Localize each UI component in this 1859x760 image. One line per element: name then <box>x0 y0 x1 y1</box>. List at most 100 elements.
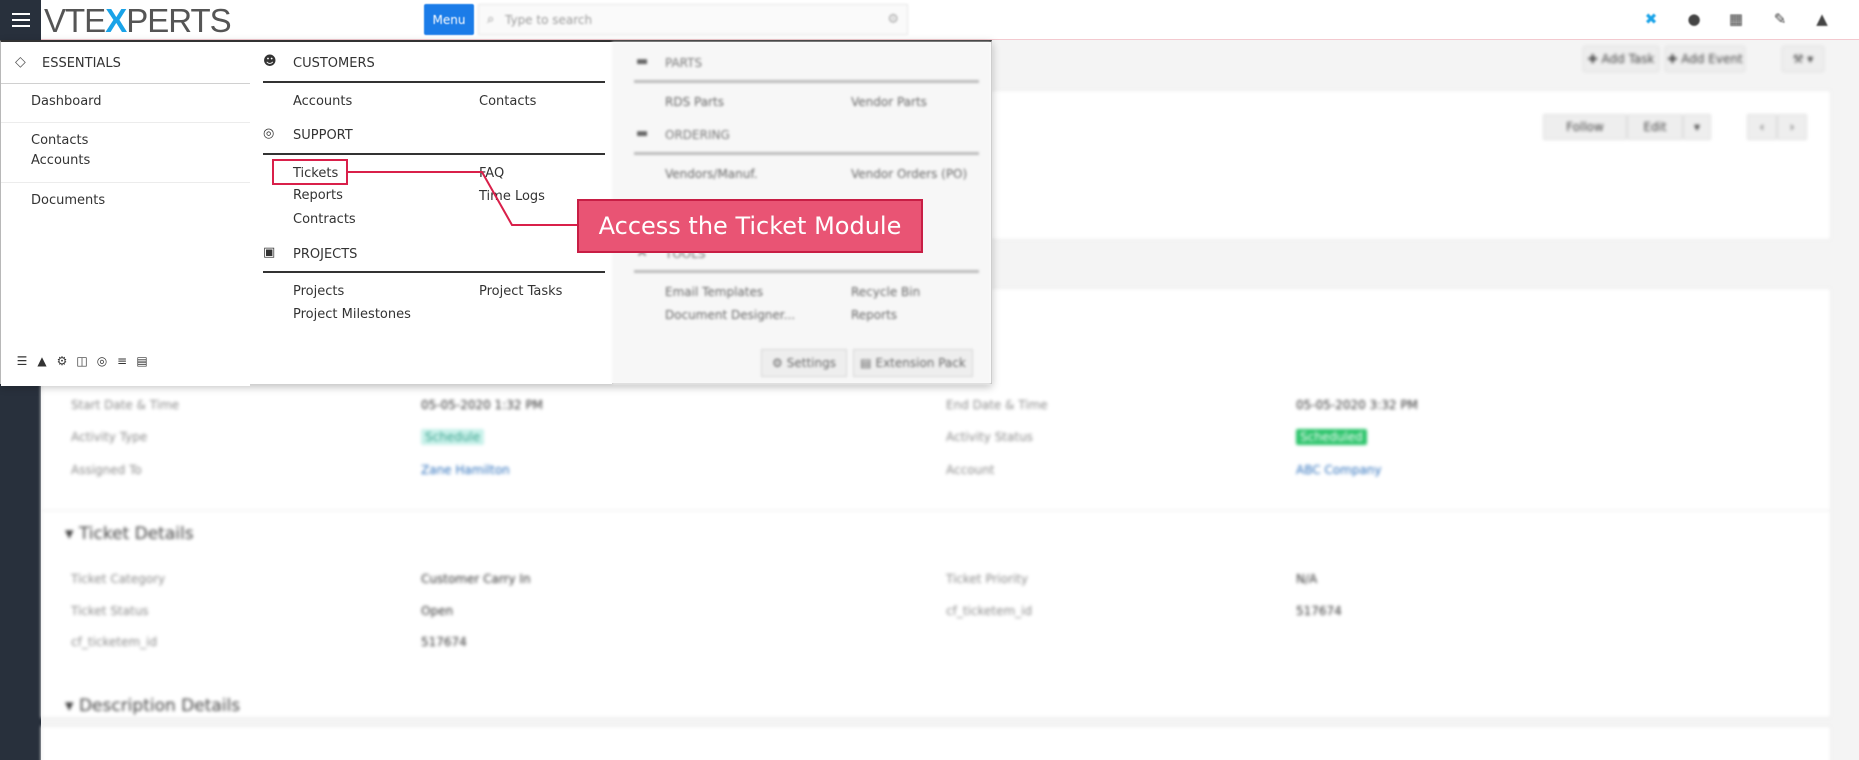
tools-wrench-icon[interactable]: ⚒ ▾ <box>1782 46 1824 72</box>
essentials-item-contacts[interactable]: Contacts <box>31 133 88 148</box>
account-label: Account <box>946 463 995 477</box>
search-placeholder: Type to search <box>505 13 593 27</box>
tutorial-callout: Access the Ticket Module <box>577 199 923 253</box>
support-heading: SUPPORT <box>293 128 353 143</box>
user-icon[interactable]: ▲ <box>1812 10 1832 30</box>
vtexperts-logo[interactable]: VTEXPERTS <box>44 2 232 40</box>
menu-item-vendor-parts[interactable]: Vendor Parts <box>851 95 927 109</box>
menu-item-accounts[interactable]: Accounts <box>293 94 352 109</box>
description-details-title[interactable]: ▾ Description Details <box>65 696 240 716</box>
menu-item-projects[interactable]: Projects <box>293 284 344 299</box>
menu-item-project-tasks[interactable]: Project Tasks <box>479 284 562 299</box>
app-switch-icon[interactable]: ✖ <box>1641 10 1661 30</box>
menu-item-time-logs[interactable]: Time Logs <box>479 189 545 204</box>
folder-icon: ▬ <box>636 54 649 69</box>
menu-button[interactable]: Menu <box>424 4 474 35</box>
hamburger-menu-icon[interactable] <box>0 0 41 40</box>
essentials-item-accounts[interactable]: Accounts <box>31 153 90 168</box>
ticket-id-value: 517674 <box>1296 604 1342 618</box>
search-icon: ⌕ <box>487 12 495 27</box>
list-icon[interactable]: ☰ <box>15 354 29 368</box>
settings-button[interactable]: ⚙ Settings <box>761 349 847 377</box>
menu-item-reports[interactable]: Reports <box>293 188 343 203</box>
notes-icon[interactable]: ✎ <box>1770 10 1790 30</box>
menu-item-email-templates[interactable]: Email Templates <box>665 285 763 299</box>
essentials-header: ◇ ESSENTIALS <box>1 42 250 84</box>
ticket-category-value: Customer Carry In <box>421 572 531 586</box>
bullet-list-icon[interactable]: ≡ <box>115 354 129 368</box>
folder-icon: ▬ <box>636 126 649 141</box>
search-input[interactable]: ⌕ Type to search ⚙ <box>478 4 908 35</box>
ticket-status-value: Open <box>421 604 454 618</box>
more-actions-dropdown[interactable]: ▾ <box>1683 114 1711 140</box>
essentials-footer-icons: ☰ ▲ ⚙ ◫ ◎ ≡ ▤ <box>15 354 149 368</box>
edit-button[interactable]: Edit <box>1627 114 1683 140</box>
lifebuoy-icon: ◎ <box>263 126 275 141</box>
diamond-icon: ◇ <box>15 54 26 70</box>
modules-column: ☻ CUSTOMERS Accounts Contacts ◎ SUPPORT … <box>250 42 612 342</box>
briefcase-icon: ▣ <box>263 245 276 260</box>
ticket-details-title[interactable]: ▾ Ticket Details <box>65 524 194 544</box>
cart-icon[interactable]: ▤ <box>135 354 149 368</box>
ticket-priority-value: N/A <box>1296 572 1318 586</box>
lifebuoy-icon[interactable]: ◎ <box>95 354 109 368</box>
add-task-button[interactable]: ✚ Add Task <box>1583 46 1659 72</box>
menu-item-contracts[interactable]: Contracts <box>293 212 356 227</box>
calendar-icon[interactable]: ▦ <box>1726 10 1746 30</box>
tools-rule <box>634 270 979 273</box>
previous-record-button[interactable]: ‹ <box>1747 114 1777 140</box>
next-record-button[interactable]: › <box>1777 114 1807 140</box>
essentials-item-dashboard[interactable]: Dashboard <box>31 94 102 109</box>
gear-icon: ⚙ <box>772 356 783 370</box>
parts-rule <box>634 80 979 83</box>
divider <box>1 182 250 183</box>
add-event-button[interactable]: ✚ Add Event <box>1665 46 1745 72</box>
customers-rule <box>263 81 605 83</box>
ticket-id2-value: 517674 <box>421 635 467 649</box>
follow-button[interactable]: Follow <box>1543 114 1627 140</box>
divider <box>1 122 250 123</box>
columns-icon[interactable]: ◫ <box>75 354 89 368</box>
description-details-panel <box>41 726 1831 760</box>
start-date-value: 05-05-2020 1:32 PM <box>421 398 543 412</box>
ordering-rule <box>634 152 979 155</box>
help-icon[interactable]: ● <box>1684 10 1704 30</box>
end-date-value: 05-05-2020 3:32 PM <box>1296 398 1418 412</box>
end-date-label: End Date & Time <box>946 398 1048 412</box>
activity-status-label: Activity Status <box>946 430 1033 444</box>
ordering-heading: ORDERING <box>665 128 730 142</box>
essentials-title: ESSENTIALS <box>42 56 121 71</box>
tickets-highlight-box <box>272 159 348 185</box>
essentials-column: ◇ ESSENTIALS Dashboard Contacts Accounts… <box>1 42 250 386</box>
account-link[interactable]: ABC Company <box>1296 463 1382 477</box>
menu-item-faq[interactable]: FAQ <box>479 166 504 181</box>
users-icon: ☻ <box>263 54 277 69</box>
user-icon[interactable]: ▲ <box>35 354 49 368</box>
ticket-status-label: Ticket Status <box>71 604 149 618</box>
essentials-item-documents[interactable]: Documents <box>31 193 105 208</box>
projects-rule <box>263 271 605 273</box>
ticket-priority-label: Ticket Priority <box>946 572 1029 586</box>
ticket-id-label: cf_ticketem_id <box>946 604 1033 618</box>
menu-item-vendor-orders[interactable]: Vendor Orders (PO) <box>851 167 967 181</box>
start-date-label: Start Date & Time <box>71 398 180 412</box>
cart-icon: ▤ <box>860 356 872 370</box>
assigned-to-link[interactable]: Zane Hamilton <box>421 463 510 477</box>
menu-item-vendors[interactable]: Vendors/Manuf. <box>665 167 758 181</box>
menu-item-recycle-bin[interactable]: Recycle Bin <box>851 285 920 299</box>
gear-icon[interactable]: ⚙ <box>55 354 69 368</box>
menu-item-reports-tools[interactable]: Reports <box>851 308 897 322</box>
menu-bottom-strip <box>250 342 612 384</box>
top-bar: VTEXPERTS Menu ⌕ Type to search ⚙ ✖ ● ▦ … <box>0 0 1859 40</box>
projects-heading: PROJECTS <box>293 247 358 262</box>
menu-item-document-designer[interactable]: Document Designer... <box>665 308 795 322</box>
activity-type-label: Activity Type <box>71 430 148 444</box>
search-options-icon[interactable]: ⚙ <box>887 12 899 27</box>
customers-heading: CUSTOMERS <box>293 56 375 71</box>
extension-pack-button[interactable]: ▤ Extension Pack <box>853 349 973 377</box>
parts-heading: PARTS <box>665 56 703 70</box>
activity-status-value: Scheduled <box>1296 429 1367 445</box>
menu-item-contacts[interactable]: Contacts <box>479 94 536 109</box>
menu-item-rds-parts[interactable]: RDS Parts <box>665 95 724 109</box>
menu-item-project-milestones[interactable]: Project Milestones <box>293 307 411 322</box>
